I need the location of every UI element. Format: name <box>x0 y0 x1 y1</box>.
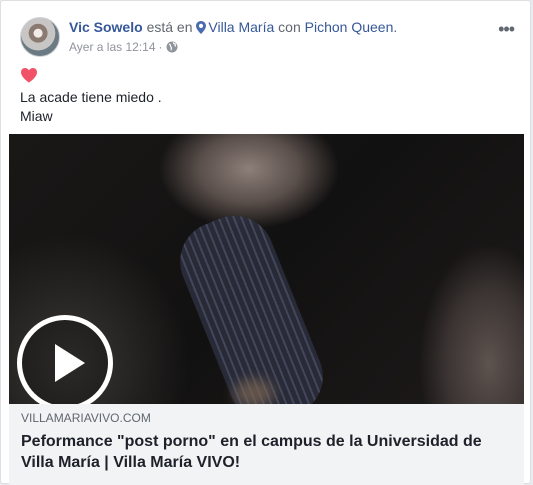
thumbnail-fabric <box>168 203 335 404</box>
play-icon <box>55 344 85 382</box>
post-card: Vic Sowelo está en Villa María con Picho… <box>0 0 531 485</box>
connector-text: con <box>278 19 301 35</box>
post-headline: Vic Sowelo está en Villa María con Picho… <box>69 19 397 35</box>
place-link[interactable]: Villa María <box>208 19 274 35</box>
meta-separator: · <box>158 40 163 54</box>
heart-icon <box>21 68 37 83</box>
location-pin-icon <box>196 21 207 34</box>
avatar[interactable] <box>20 17 60 57</box>
verb-text: está en <box>146 19 193 35</box>
author-name[interactable]: Vic Sowelo <box>69 19 143 35</box>
post-header: Vic Sowelo está en Villa María con Picho… <box>20 17 518 61</box>
link-title[interactable]: Peformance "post porno" en el campus de … <box>21 431 511 473</box>
post-text-line: Miaw <box>20 108 53 124</box>
thumbnail-highlight <box>234 379 274 404</box>
post-text-line: La acade tiene miedo . <box>20 89 162 105</box>
tagged-friend-link[interactable]: Pichon Queen <box>305 19 394 35</box>
video-thumbnail[interactable] <box>9 134 524 404</box>
more-options-icon[interactable]: ••• <box>498 19 515 40</box>
link-domain: VILLAMARIAVIVO.COM <box>21 411 151 425</box>
post-meta: Ayer a las 12:14 · <box>69 40 178 54</box>
period-text: . <box>393 19 398 35</box>
globe-icon[interactable] <box>166 41 178 53</box>
link-preview[interactable]: VILLAMARIAVIVO.COM Peformance "post porn… <box>9 404 524 485</box>
post-text: La acade tiene miedo . Miaw <box>20 88 162 126</box>
play-button[interactable] <box>17 315 113 404</box>
timestamp-link[interactable]: Ayer a las 12:14 <box>69 40 156 54</box>
